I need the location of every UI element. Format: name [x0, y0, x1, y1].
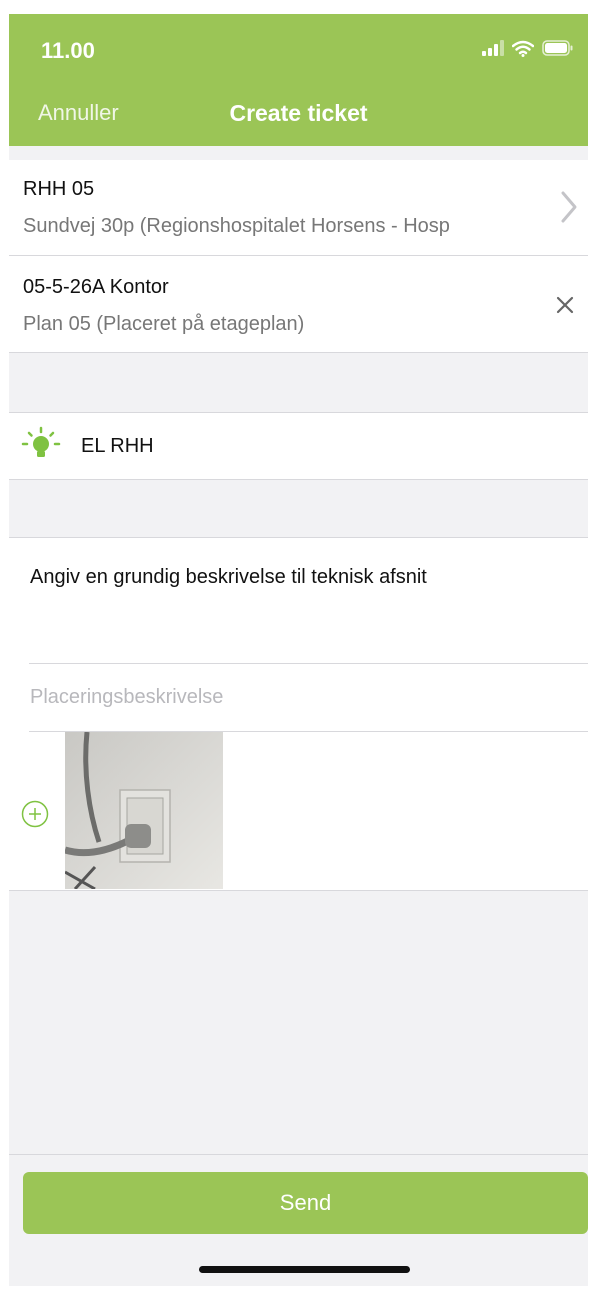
- location-title: RHH 05: [23, 178, 95, 200]
- app-screen: 11.00 Annuller Create ticket RHH 05 Sund…: [9, 14, 588, 1286]
- close-icon[interactable]: [556, 296, 574, 314]
- divider: [29, 663, 588, 664]
- add-photo-icon[interactable]: [21, 800, 49, 828]
- room-row[interactable]: 05-5-26A Kontor Plan 05 (Placeret på eta…: [9, 256, 588, 353]
- attached-photo[interactable]: [65, 732, 223, 889]
- chevron-right-icon: [561, 191, 577, 223]
- location-description-input[interactable]: Placeringsbeskrivelse: [30, 686, 223, 709]
- divider: [9, 1154, 588, 1155]
- header: 11.00 Annuller Create ticket: [9, 14, 588, 146]
- status-icons: [482, 38, 574, 58]
- description-section: Angiv en grundig beskrivelse til teknisk…: [9, 537, 588, 891]
- room-title: 05-5-26A Kontor: [23, 276, 169, 298]
- location-row[interactable]: RHH 05 Sundvej 30p (Regionshospitalet Ho…: [9, 160, 588, 256]
- category-label: EL RHH: [81, 435, 154, 457]
- status-time: 11.00: [41, 38, 95, 63]
- wifi-icon: [512, 40, 534, 57]
- send-button[interactable]: Send: [23, 1172, 588, 1234]
- battery-icon: [542, 40, 573, 56]
- signal-icon: [482, 40, 504, 56]
- category-row[interactable]: EL RHH: [9, 412, 588, 480]
- home-indicator: [199, 1266, 410, 1273]
- description-input[interactable]: Angiv en grundig beskrivelse til teknisk…: [30, 566, 427, 589]
- lightbulb-icon: [21, 426, 61, 457]
- location-subtitle: Sundvej 30p (Regionshospitalet Horsens -…: [23, 215, 450, 237]
- page-title: Create ticket: [229, 100, 368, 126]
- room-subtitle: Plan 05 (Placeret på etageplan): [23, 313, 305, 335]
